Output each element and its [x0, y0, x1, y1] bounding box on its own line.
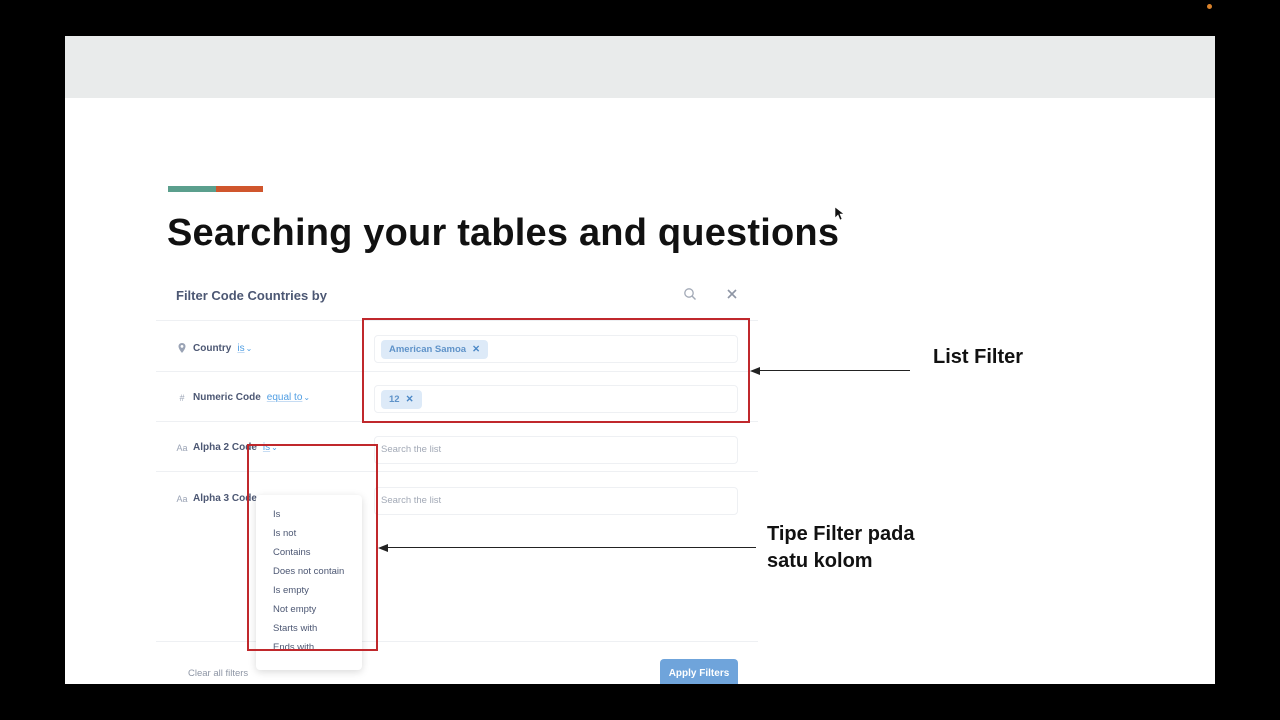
alpha2-search-input[interactable]: Search the list: [374, 436, 738, 464]
text-icon: Aa: [176, 493, 188, 504]
recording-indicator: [1207, 4, 1212, 9]
operator-label: is: [237, 342, 245, 354]
alpha3-search-input[interactable]: Search the list: [374, 487, 738, 515]
slide-title: Searching your tables and questions: [167, 212, 840, 254]
accent-bar-orange: [216, 186, 263, 192]
filter-panel-title: Filter Code Countries by: [176, 288, 327, 303]
filter-type-annotation-line2: satu kolom: [767, 550, 873, 572]
list-filter-highlight-box: [362, 318, 750, 423]
filter-type-annotation-line1: Tipe Filter pada: [767, 523, 915, 545]
filter-row-numeric-label: # Numeric Code equal to⌄: [176, 392, 310, 403]
filter-row-alpha3-label: Aa Alpha 3 Code: [176, 493, 256, 504]
mouse-cursor-icon: [835, 207, 845, 221]
operator-dropdown-country[interactable]: is⌄: [237, 343, 252, 354]
field-name: Numeric Code: [193, 392, 261, 403]
operator-label: equal to: [266, 392, 303, 403]
accent-bar-green: [168, 186, 216, 192]
slide-header-band: [65, 36, 1215, 98]
filter-type-highlight-box: [247, 444, 378, 651]
close-icon[interactable]: [725, 287, 739, 301]
presentation-slide: Searching your tables and questions Filt…: [65, 36, 1215, 684]
chevron-down-icon: ⌄: [303, 393, 311, 402]
chevron-down-icon: ⌄: [245, 343, 253, 353]
search-icon[interactable]: [683, 287, 697, 301]
arrow-head-icon: [378, 544, 388, 552]
pin-icon: [178, 343, 186, 353]
hash-icon: #: [179, 392, 185, 403]
list-filter-arrow-line: [759, 370, 910, 371]
clear-all-filters-link[interactable]: Clear all filters: [188, 668, 248, 679]
apply-filters-button[interactable]: Apply Filters: [660, 659, 738, 684]
filter-type-arrow-line: [387, 547, 756, 548]
list-filter-annotation: List Filter: [933, 346, 1024, 368]
arrow-head-icon: [750, 367, 760, 375]
filter-row-country-label: Country is⌄: [176, 342, 252, 354]
text-icon: Aa: [176, 442, 188, 453]
operator-dropdown-numeric[interactable]: equal to⌄: [267, 392, 310, 403]
field-name: Country: [193, 342, 232, 354]
